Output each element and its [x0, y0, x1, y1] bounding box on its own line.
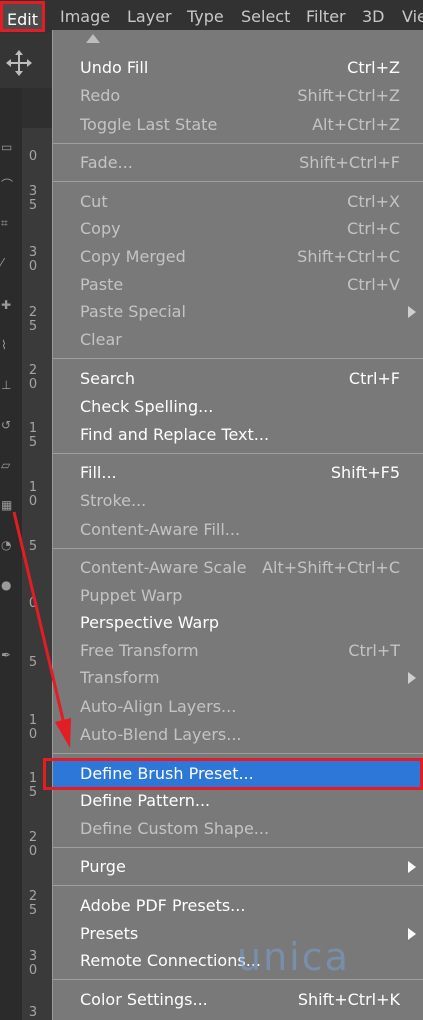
chevron-right-icon: [408, 928, 416, 940]
menu-item-auto-align-layers[interactable]: Auto-Align Layers...: [53, 693, 423, 721]
menu-item-purge[interactable]: Purge: [53, 853, 423, 881]
ruler-mark: 30: [28, 949, 38, 978]
ruler-mark: 0: [28, 596, 38, 611]
eyedropper-tool-icon[interactable]: ⁄: [1, 256, 17, 272]
watermark-logo: unica: [237, 935, 350, 979]
menu-separator: [53, 143, 423, 144]
menu-item-content-aware-scale[interactable]: Content-Aware Scale Alt+Shift+Ctrl+C: [53, 554, 423, 582]
menu-item-define-custom-shape[interactable]: Define Custom Shape...: [53, 815, 423, 843]
eraser-tool-icon[interactable]: ▱: [1, 458, 17, 474]
lasso-tool-icon[interactable]: ⌒: [1, 176, 17, 192]
menu-item-copy-merged[interactable]: Copy Merged Shift+Ctrl+C: [53, 243, 423, 271]
menu-item-auto-blend-layers[interactable]: Auto-Blend Layers...: [53, 721, 423, 749]
menu-image[interactable]: Image: [60, 0, 110, 33]
menu-item-color-settings[interactable]: Color Settings... Shift+Ctrl+K: [53, 986, 423, 1014]
menu-layer[interactable]: Layer: [127, 0, 172, 33]
menu-item-paste[interactable]: Paste Ctrl+V: [53, 271, 423, 299]
history-brush-tool-icon[interactable]: ↺: [1, 418, 17, 434]
ruler-mark: 25: [28, 889, 38, 918]
pen-tool-icon[interactable]: ✒: [1, 648, 17, 664]
ruler-mark: 10: [28, 713, 38, 742]
menu-select[interactable]: Select: [241, 0, 290, 33]
menu-separator: [53, 358, 423, 359]
move-arrows-icon[interactable]: [6, 50, 32, 76]
menu-separator: [53, 181, 423, 182]
menu-item-fade[interactable]: Fade... Shift+Ctrl+F: [53, 149, 423, 177]
menu-3d[interactable]: 3D: [362, 0, 385, 33]
chevron-right-icon: [408, 672, 416, 684]
menu-item-define-pattern[interactable]: Define Pattern...: [53, 787, 423, 815]
crop-tool-icon[interactable]: ⌗: [1, 216, 17, 232]
ruler-mark: 35: [28, 184, 38, 213]
caret-up-icon: [86, 34, 100, 43]
menu-item-undo-fill[interactable]: Undo Fill Ctrl+Z: [53, 54, 423, 82]
menu-separator: [53, 548, 423, 549]
menu-separator: [53, 753, 423, 754]
menu-item-clear[interactable]: Clear: [53, 326, 423, 354]
ruler-mark: 30: [28, 245, 38, 274]
ruler-mark: 5: [28, 655, 38, 670]
vertical-ruler: [22, 88, 52, 1020]
menu-item-copy[interactable]: Copy Ctrl+C: [53, 215, 423, 243]
menu-separator: [53, 979, 423, 980]
ruler-mark: 20: [28, 363, 38, 392]
menu-item-search[interactable]: Search Ctrl+F: [53, 365, 423, 393]
menu-item-find-replace-text[interactable]: Find and Replace Text...: [53, 421, 423, 449]
chevron-right-icon: [408, 861, 416, 873]
menu-filter[interactable]: Filter: [306, 0, 346, 33]
ruler-mark: 20: [28, 830, 38, 859]
ruler-mark: 15: [28, 421, 38, 450]
menu-item-content-aware-fill[interactable]: Content-Aware Fill...: [53, 516, 423, 544]
ruler-mark: 5: [28, 539, 38, 554]
menu-item-puppet-warp[interactable]: Puppet Warp: [53, 582, 423, 610]
healing-tool-icon[interactable]: ✚: [1, 298, 17, 314]
ruler-mark: 10: [28, 480, 38, 509]
gradient-tool-icon[interactable]: ▦: [1, 498, 17, 514]
menu-separator: [53, 453, 423, 454]
menu-item-fill[interactable]: Fill... Shift+F5: [53, 459, 423, 487]
menu-item-adobe-pdf-presets[interactable]: Adobe PDF Presets...: [53, 892, 423, 920]
menu-item-paste-special[interactable]: Paste Special: [53, 298, 423, 326]
menu-item-perspective-warp[interactable]: Perspective Warp: [53, 609, 423, 637]
chevron-right-icon: [408, 306, 416, 318]
menu-item-cut[interactable]: Cut Ctrl+X: [53, 188, 423, 216]
menu-bar: Edit Image Layer Type Select Filter 3D V…: [0, 0, 423, 33]
brush-tool-icon[interactable]: ⌇: [1, 338, 17, 354]
menu-separator: [53, 847, 423, 848]
menu-item-free-transform[interactable]: Free Transform Ctrl+T: [53, 637, 423, 665]
dodge-tool-icon[interactable]: ●: [1, 578, 17, 594]
menu-item-transform[interactable]: Transform: [53, 664, 423, 692]
menu-item-stroke[interactable]: Stroke...: [53, 487, 423, 515]
document-tab-edge: [22, 88, 52, 128]
menu-separator: [53, 885, 423, 886]
ruler-mark: 15: [28, 771, 38, 800]
blur-tool-icon[interactable]: ◔: [1, 538, 17, 554]
tools-panel: ▭ ⌒ ⌗ ⁄ ✚ ⌇ ⊥ ↺ ▱ ▦ ◔ ● ✒: [0, 88, 22, 1020]
menu-item-check-spelling[interactable]: Check Spelling...: [53, 393, 423, 421]
menu-edit[interactable]: Edit: [0, 1, 45, 32]
menu-item-redo[interactable]: Redo Shift+Ctrl+Z: [53, 82, 423, 110]
menu-type[interactable]: Type: [187, 0, 224, 33]
menu-item-toggle-last-state[interactable]: Toggle Last State Alt+Ctrl+Z: [53, 111, 423, 139]
ruler-mark: 0: [28, 149, 38, 164]
ruler-mark: 25: [28, 305, 38, 334]
marquee-tool-icon[interactable]: ▭: [1, 140, 17, 156]
menu-item-define-brush-preset[interactable]: Define Brush Preset...: [53, 760, 423, 788]
ruler-mark: 3: [28, 1005, 38, 1020]
stamp-tool-icon[interactable]: ⊥: [1, 378, 17, 394]
menu-view[interactable]: View: [402, 0, 423, 33]
edit-dropdown-menu: Undo Fill Ctrl+Z Redo Shift+Ctrl+Z Toggle …: [52, 30, 423, 1020]
